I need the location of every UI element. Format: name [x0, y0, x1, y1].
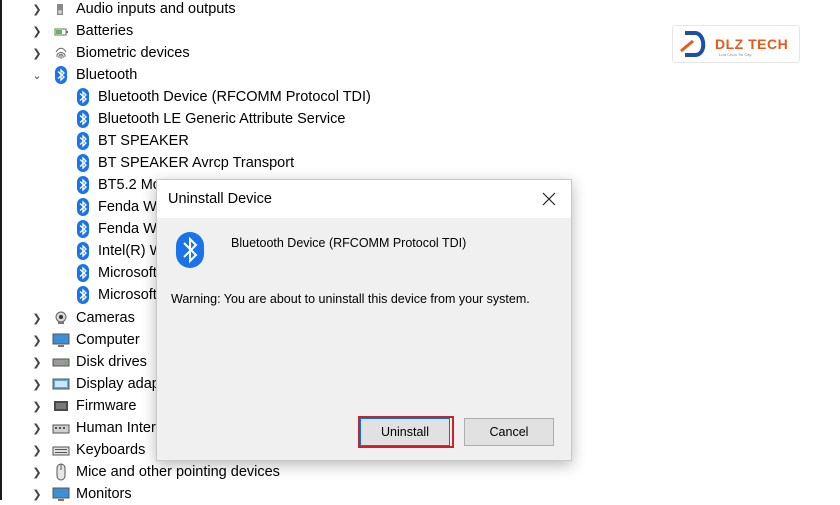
tree-label: BT SPEAKER Avrcp Transport	[98, 155, 295, 171]
chevron-right-icon[interactable]: ❯	[30, 46, 44, 60]
logo-tagline: Lựa Chọn Tin Cậy	[719, 52, 752, 57]
tree-item-batteries[interactable]: ❯ Batteries	[30, 20, 133, 42]
tree-label: Keyboards	[76, 442, 146, 458]
chevron-right-icon[interactable]: ❯	[30, 311, 44, 325]
bluetooth-icon	[74, 110, 92, 128]
tree-label: Computer	[76, 332, 140, 348]
close-button[interactable]	[535, 185, 563, 213]
tree-label: Firmware	[76, 398, 137, 414]
tree-label: Audio inputs and outputs	[76, 1, 236, 17]
bluetooth-icon	[52, 66, 70, 84]
logo-mark-icon	[680, 31, 706, 57]
tree-item-mice[interactable]: ❯ Mice and other pointing devices	[30, 461, 280, 483]
tree-item-disk-drives[interactable]: ❯ Disk drives	[30, 351, 147, 373]
bluetooth-icon	[74, 176, 92, 194]
bluetooth-icon	[74, 132, 92, 150]
tree-item-bt-device[interactable]: Bluetooth LE Generic Attribute Service	[74, 108, 345, 130]
tree-label: Biometric devices	[76, 45, 190, 61]
monitor-icon	[52, 485, 70, 503]
tree-item-bt-device[interactable]: BT5.2 Mo	[74, 174, 161, 196]
tree-label: Microsoft	[98, 287, 157, 303]
tree-label: Bluetooth	[76, 67, 138, 83]
device-name: Bluetooth Device (RFCOMM Protocol TDI)	[231, 236, 467, 250]
tree-item-audio[interactable]: ❯ Audio inputs and outputs	[30, 0, 236, 20]
tree-item-hid[interactable]: ❯ Human Interf	[30, 417, 160, 439]
chevron-right-icon[interactable]: ❯	[30, 24, 44, 38]
tree-label: Batteries	[76, 23, 134, 39]
bluetooth-icon	[74, 198, 92, 216]
dialog-title: Uninstall Device	[168, 191, 272, 207]
tree-label: Display adap	[76, 376, 160, 392]
chevron-right-icon[interactable]: ❯	[30, 421, 44, 435]
chevron-right-icon[interactable]: ❯	[30, 487, 44, 501]
chevron-right-icon[interactable]: ❯	[30, 443, 44, 457]
tree-label: Intel(R) W	[98, 243, 164, 259]
uninstall-button[interactable]: Uninstall	[360, 418, 450, 446]
battery-icon	[52, 22, 70, 40]
monitor-icon	[52, 331, 70, 349]
tree-label: Mice and other pointing devices	[76, 464, 280, 480]
tree-label: BT SPEAKER	[98, 133, 189, 149]
tree-item-bluetooth[interactable]: ⌄ Bluetooth	[30, 64, 137, 86]
chevron-right-icon[interactable]: ❯	[30, 465, 44, 479]
uninstall-device-dialog: Uninstall Device Bluetooth Device (RFCOM…	[156, 179, 572, 461]
display-adapter-icon	[52, 375, 70, 393]
tree-item-bt-device[interactable]: Bluetooth Device (RFCOMM Protocol TDI)	[74, 86, 371, 108]
tree-item-display-adapters[interactable]: ❯ Display adap	[30, 373, 160, 395]
hid-icon	[52, 419, 70, 437]
chevron-right-icon[interactable]: ❯	[30, 355, 44, 369]
chevron-down-icon[interactable]: ⌄	[30, 68, 44, 82]
tree-item-computer[interactable]: ❯ Computer	[30, 329, 140, 351]
chevron-right-icon[interactable]: ❯	[30, 377, 44, 391]
tree-item-bt-device[interactable]: Microsoft	[74, 262, 157, 284]
chevron-right-icon[interactable]: ❯	[30, 399, 44, 413]
logo-text: DLZ TECH	[715, 36, 789, 52]
bluetooth-icon	[74, 220, 92, 238]
tree-label: Disk drives	[76, 354, 147, 370]
tree-label: BT5.2 Mo	[98, 177, 161, 193]
tree-label: Fenda W	[98, 199, 157, 215]
tree-item-bt-device[interactable]: BT SPEAKER Avrcp Transport	[74, 152, 294, 174]
disk-drive-icon	[52, 353, 70, 371]
mouse-icon	[52, 463, 70, 481]
tree-item-cameras[interactable]: ❯ Cameras	[30, 307, 135, 329]
tree-label: Fenda W	[98, 221, 157, 237]
cancel-button[interactable]: Cancel	[464, 418, 554, 446]
warning-text: Warning: You are about to uninstall this…	[171, 292, 530, 306]
tree-label: Bluetooth Device (RFCOMM Protocol TDI)	[98, 89, 371, 105]
dialog-titlebar: Uninstall Device	[157, 180, 571, 218]
dlz-tech-logo: DLZ TECH Lựa Chọn Tin Cậy	[672, 25, 800, 63]
firmware-icon	[52, 397, 70, 415]
bluetooth-icon	[74, 242, 92, 260]
chevron-right-icon[interactable]: ❯	[30, 333, 44, 347]
tree-item-keyboards[interactable]: ❯ Keyboards	[30, 439, 145, 461]
tree-item-bt-device[interactable]: Fenda W	[74, 218, 157, 240]
tree-label: Bluetooth LE Generic Attribute Service	[98, 111, 346, 127]
bluetooth-icon	[176, 232, 204, 268]
tree-item-monitors[interactable]: ❯ Monitors	[30, 483, 131, 505]
tree-item-bt-device[interactable]: Intel(R) W	[74, 240, 163, 262]
keyboard-icon	[52, 441, 70, 459]
bluetooth-icon	[74, 286, 92, 304]
camera-icon	[52, 309, 70, 327]
tree-item-bt-device[interactable]: Fenda W	[74, 196, 157, 218]
bluetooth-icon	[74, 154, 92, 172]
speaker-icon	[52, 0, 70, 18]
tree-item-bt-device[interactable]: BT SPEAKER	[74, 130, 189, 152]
chevron-right-icon[interactable]: ❯	[30, 2, 44, 16]
tree-label: Microsoft	[98, 265, 157, 281]
tree-item-bt-device[interactable]: Microsoft	[74, 284, 157, 306]
tree-item-biometric[interactable]: ❯ Biometric devices	[30, 42, 190, 64]
close-icon	[542, 192, 556, 206]
bluetooth-icon	[74, 88, 92, 106]
fingerprint-icon	[52, 44, 70, 62]
tree-label: Human Interf	[76, 420, 160, 436]
tree-label: Cameras	[76, 310, 135, 326]
tree-item-firmware[interactable]: ❯ Firmware	[30, 395, 136, 417]
bluetooth-icon	[74, 264, 92, 282]
